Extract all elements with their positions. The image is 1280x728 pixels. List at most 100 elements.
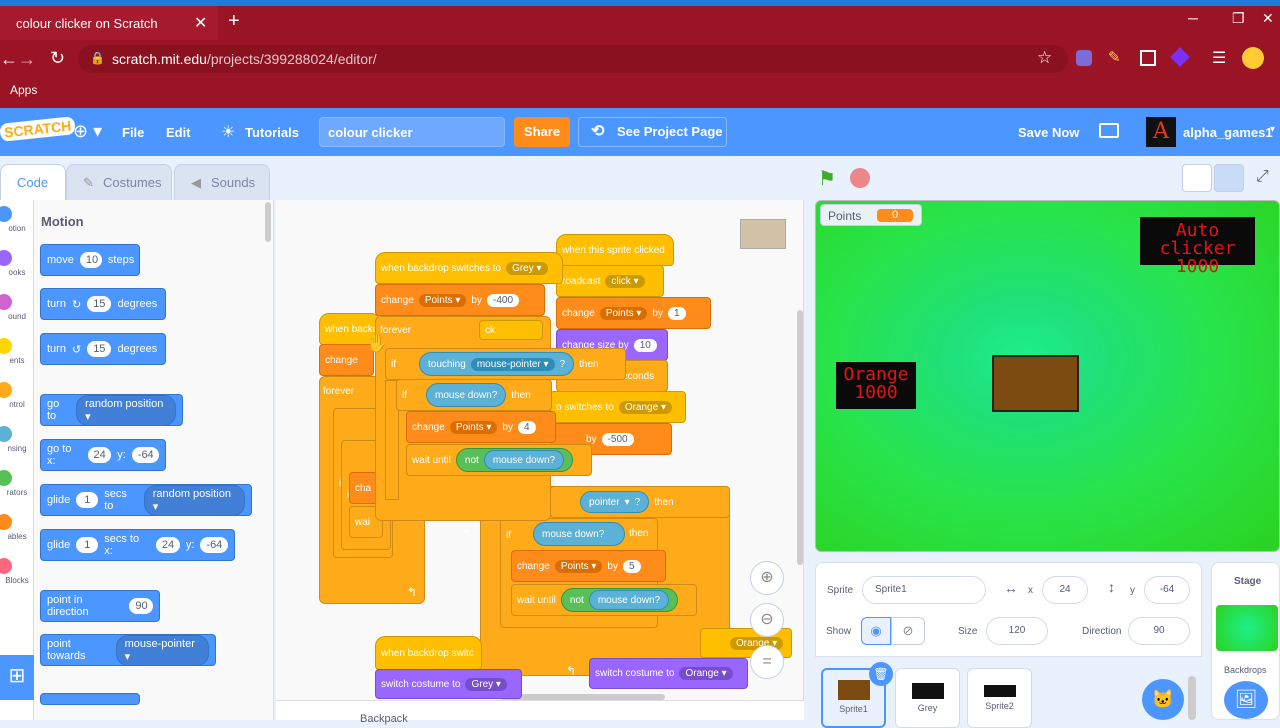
x-input[interactable]: 24 bbox=[87, 447, 112, 463]
turn-left-block[interactable]: turn ↺ 15 degrees bbox=[40, 333, 166, 365]
variable-dropdown[interactable]: Points ▾ bbox=[599, 306, 648, 320]
category-6[interactable]: rators bbox=[0, 470, 34, 497]
y-input[interactable]: -64 bbox=[131, 447, 159, 463]
glide-xy-block[interactable]: glide 1 secs to x: 24 y: -64 bbox=[40, 529, 235, 561]
if-mousedown-block[interactable]: if mouse down? then bbox=[396, 379, 552, 411]
category-4[interactable]: ntrol bbox=[0, 382, 34, 409]
value-input[interactable]: -500 bbox=[601, 432, 634, 446]
category-3[interactable]: ents bbox=[0, 338, 34, 365]
mouse-down-sensor-2[interactable]: mouse down? bbox=[533, 522, 625, 546]
value-input[interactable]: 5 bbox=[622, 559, 641, 573]
secs-input[interactable]: 1 bbox=[76, 492, 99, 508]
when-backdrop-block-3[interactable]: when backdrop switc bbox=[375, 636, 482, 670]
touching-boolean[interactable]: touching mouse-pointer ▾? bbox=[419, 352, 575, 376]
tutorials-bulb-icon[interactable]: ☀ bbox=[221, 122, 235, 142]
if-touching-block-2[interactable]: pointer ▾ ? then bbox=[550, 486, 730, 518]
category-0[interactable]: otion bbox=[0, 206, 34, 233]
partial-block[interactable] bbox=[40, 693, 140, 705]
when-sprite-clicked-block[interactable]: when this sprite clicked bbox=[556, 234, 674, 266]
when-backdrop-grey-block[interactable]: when backdrop switches to Grey ▾ bbox=[375, 252, 563, 284]
not-operator[interactable]: not mouse down? bbox=[455, 448, 574, 472]
edit-menu[interactable]: Edit bbox=[166, 125, 191, 140]
back-icon[interactable]: ← bbox=[0, 49, 18, 70]
variable-dropdown[interactable]: Points ▾ bbox=[554, 559, 603, 573]
save-now-button[interactable]: Save Now bbox=[1018, 125, 1079, 140]
close-window-icon[interactable]: ✕ bbox=[1262, 10, 1274, 27]
sprite-thumb-sprite2[interactable]: Sprite2 bbox=[967, 668, 1032, 728]
add-extension-button[interactable]: ⊞ bbox=[0, 655, 34, 700]
x-input[interactable]: 24 bbox=[1042, 576, 1088, 604]
not-operator-2[interactable]: not mouse down? bbox=[560, 588, 679, 612]
username[interactable]: alpha_games1 bbox=[1183, 125, 1273, 140]
reading-list-icon[interactable]: ☰ bbox=[1212, 48, 1226, 68]
switch-costume-orange[interactable]: switch costume to Orange ▾ bbox=[589, 658, 748, 689]
minimize-icon[interactable]: ─ bbox=[1188, 10, 1198, 26]
tab-costumes[interactable]: ✎ Costumes bbox=[66, 164, 172, 200]
x-input[interactable]: 24 bbox=[155, 537, 180, 553]
secs-input[interactable]: 1 bbox=[76, 537, 99, 553]
palette-scrollbar[interactable] bbox=[265, 202, 271, 242]
category-7[interactable]: ables bbox=[0, 514, 34, 541]
change-points-by-4[interactable]: change Points ▾ by 4 bbox=[406, 411, 556, 443]
backdrop-dropdown[interactable]: Orange ▾ bbox=[618, 400, 672, 414]
share-button[interactable]: Share bbox=[514, 117, 570, 147]
reload-icon[interactable]: ↻ bbox=[50, 48, 65, 69]
broadcast-block[interactable]: roadcast click ▾ bbox=[556, 265, 664, 297]
change-points-by-5[interactable]: change Points ▾ by 5 bbox=[511, 550, 666, 582]
wait-until-block-2[interactable]: wait until not mouse down? bbox=[511, 584, 697, 616]
new-tab-icon[interactable]: + bbox=[228, 10, 240, 33]
backdrop-dropdown[interactable]: Grey ▾ bbox=[506, 261, 548, 275]
browser-tab[interactable]: colour clicker on Scratch ✕ bbox=[0, 6, 218, 40]
puzzle-extension-icon[interactable] bbox=[1140, 50, 1156, 66]
change-points-by-neg400[interactable]: change Points ▾ by -400 bbox=[375, 284, 545, 316]
delete-sprite-trash-icon[interactable]: 🗑 bbox=[869, 662, 893, 686]
normal-stage-button[interactable] bbox=[1214, 164, 1244, 192]
choose-backdrop-image-icon[interactable]: 🖼 bbox=[1224, 681, 1268, 719]
backdrop-switch-orange-block[interactable]: o switches to Orange ▾ bbox=[550, 391, 686, 423]
user-chevron-down-icon[interactable]: ▾ bbox=[1270, 124, 1275, 135]
glide-random-block[interactable]: glide 1 secs to random position ▾ bbox=[40, 484, 252, 516]
category-2[interactable]: ound bbox=[0, 294, 34, 321]
forward-icon[interactable]: → bbox=[18, 49, 36, 70]
towards-dropdown[interactable]: mouse-pointer ▾ bbox=[115, 634, 209, 666]
lock-icon[interactable]: 🔒 bbox=[90, 51, 105, 65]
close-tab-icon[interactable]: ✕ bbox=[194, 13, 207, 33]
zoom-reset-button[interactable]: = bbox=[750, 645, 784, 679]
stop-icon[interactable] bbox=[850, 168, 870, 188]
see-project-page-button[interactable]: ⟲ See Project Page bbox=[578, 117, 727, 147]
file-menu[interactable]: File bbox=[122, 125, 144, 140]
category-5[interactable]: nsing bbox=[0, 426, 34, 453]
sprite-thumb-grey[interactable]: Grey bbox=[895, 668, 960, 728]
glide-target-dropdown[interactable]: random position ▾ bbox=[143, 484, 245, 516]
degrees-input[interactable]: 15 bbox=[87, 341, 112, 357]
value-input[interactable]: -400 bbox=[486, 293, 519, 307]
language-globe-icon[interactable]: ⊕ ▾ bbox=[73, 121, 102, 142]
hidden-block-fragment[interactable]: ck bbox=[479, 320, 543, 340]
broadcast-dropdown[interactable]: click ▾ bbox=[605, 274, 645, 288]
costume-dropdown[interactable]: Orange ▾ bbox=[679, 667, 733, 680]
green-flag-icon[interactable]: ⚑ bbox=[818, 166, 836, 191]
mouse-down-sensor[interactable]: mouse down? bbox=[426, 383, 507, 407]
restore-icon[interactable]: ❐ bbox=[1232, 10, 1245, 27]
change-points-by-1[interactable]: change Points ▾ by 1 bbox=[556, 297, 711, 329]
my-stuff-folder-icon[interactable] bbox=[1099, 123, 1119, 138]
mouse-down-sensor[interactable]: mouse down? bbox=[483, 450, 565, 470]
direction-input[interactable]: 90 bbox=[1128, 617, 1190, 645]
variable-dropdown[interactable]: Points ▾ bbox=[449, 420, 498, 434]
category-1[interactable]: ooks bbox=[0, 250, 34, 277]
project-title-input[interactable]: colour clicker bbox=[319, 117, 505, 147]
stage-backdrop-thumb[interactable] bbox=[1216, 605, 1278, 651]
wait-until-block[interactable]: wait until not mouse down? bbox=[406, 444, 592, 476]
y-input[interactable]: -64 bbox=[200, 537, 228, 553]
go-to-xy-block[interactable]: go to x: 24 y: -64 bbox=[40, 439, 166, 471]
size-input[interactable]: 120 bbox=[986, 617, 1048, 645]
sprite-list-scrollbar[interactable] bbox=[1188, 676, 1196, 720]
touching-boolean-2[interactable]: pointer ▾ ? bbox=[580, 491, 650, 513]
switch-costume-grey[interactable]: switch costume to Grey ▾ bbox=[375, 669, 522, 699]
user-avatar[interactable]: A bbox=[1146, 117, 1176, 147]
orange-sprite[interactable]: Orange 1000 bbox=[836, 362, 916, 409]
pencil-extension-icon[interactable]: ✎ bbox=[1108, 48, 1121, 66]
apps-bookmark[interactable]: Apps bbox=[10, 83, 37, 97]
hide-eye-slash-icon[interactable]: ⊘ bbox=[891, 617, 925, 645]
mouse-down-sensor[interactable]: mouse down? bbox=[588, 590, 670, 610]
